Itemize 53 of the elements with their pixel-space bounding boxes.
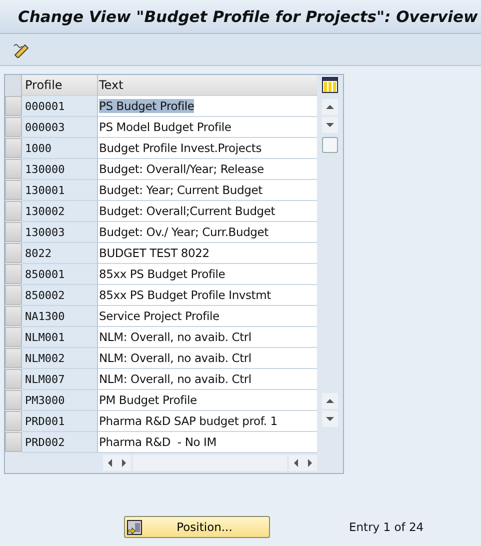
table-cell: NLM001 bbox=[22, 327, 98, 348]
scroll-down-icon[interactable] bbox=[322, 117, 338, 133]
table-cell: NA1300 bbox=[22, 306, 98, 327]
table-cell: 130002 bbox=[22, 201, 98, 222]
table-cell: NLM002 bbox=[22, 348, 98, 369]
row-selector[interactable] bbox=[5, 222, 22, 242]
table-cell: PRD002 bbox=[22, 432, 98, 453]
position-icon bbox=[127, 520, 142, 534]
column-header[interactable]: Text bbox=[98, 75, 317, 96]
table-cell: 850001 bbox=[22, 264, 98, 285]
table-cell: PRD001 bbox=[22, 411, 98, 432]
row-selector[interactable] bbox=[5, 117, 22, 137]
table-cell: 8022 bbox=[22, 243, 98, 264]
scroll-left-icon[interactable] bbox=[103, 455, 117, 471]
row-selector[interactable] bbox=[5, 264, 22, 284]
table-cell: 000003 bbox=[22, 117, 98, 138]
scroll-down-icon[interactable] bbox=[322, 411, 338, 427]
position-button[interactable]: Position... bbox=[124, 516, 270, 538]
row-selector[interactable] bbox=[5, 411, 22, 431]
table-cell: 130000 bbox=[22, 159, 98, 180]
scroll-left-icon[interactable] bbox=[289, 455, 303, 471]
table-cell[interactable]: PS Budget Profile bbox=[99, 99, 194, 113]
row-selector[interactable] bbox=[5, 285, 22, 305]
scroll-up-icon[interactable] bbox=[322, 99, 338, 115]
table-cell: 130003 bbox=[22, 222, 98, 243]
row-selector[interactable] bbox=[5, 369, 22, 389]
row-selector[interactable] bbox=[5, 243, 22, 263]
row-selector[interactable] bbox=[5, 390, 22, 410]
row-selector[interactable] bbox=[5, 138, 22, 158]
column-header[interactable]: Profile bbox=[22, 75, 98, 96]
edit-pencil-icon[interactable] bbox=[12, 42, 30, 58]
scroll-right-icon[interactable] bbox=[117, 455, 131, 471]
table-cell: 000001 bbox=[22, 96, 98, 117]
row-selector[interactable] bbox=[5, 306, 22, 326]
select-all-button[interactable] bbox=[5, 75, 22, 96]
column-settings-icon[interactable] bbox=[322, 77, 338, 93]
row-selector[interactable] bbox=[5, 348, 22, 368]
scrollbar-thumb[interactable] bbox=[322, 137, 338, 153]
row-selector[interactable] bbox=[5, 159, 22, 179]
table-cell: 1000 bbox=[22, 138, 98, 159]
row-selector[interactable] bbox=[5, 201, 22, 221]
row-selector[interactable] bbox=[5, 180, 22, 200]
entry-counter: Entry 1 of 24 bbox=[349, 520, 424, 534]
table-cell: NLM007 bbox=[22, 369, 98, 390]
window-title: Change View "Budget Profile for Projects": Overview bbox=[18, 8, 478, 26]
scroll-right-icon[interactable] bbox=[303, 455, 317, 471]
scroll-up-icon[interactable] bbox=[322, 393, 338, 409]
row-selector[interactable] bbox=[5, 96, 22, 116]
row-selector[interactable] bbox=[5, 432, 22, 452]
table-cell: 130001 bbox=[22, 180, 98, 201]
table-cell: 850002 bbox=[22, 285, 98, 306]
row-selector[interactable] bbox=[5, 327, 22, 347]
table-cell: PM3000 bbox=[22, 390, 98, 411]
